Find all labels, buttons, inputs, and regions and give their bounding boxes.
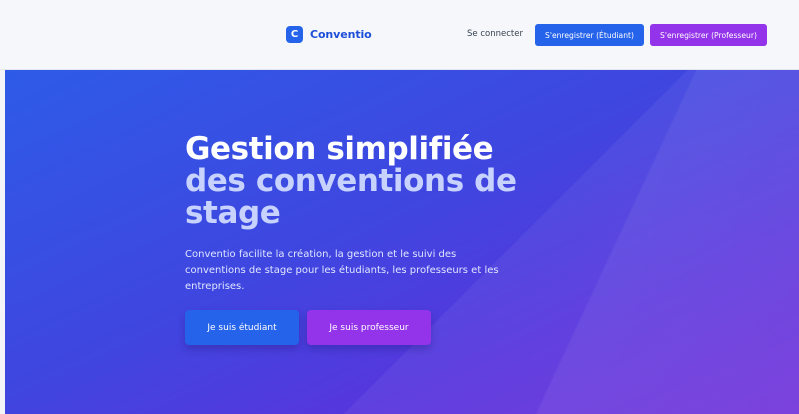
hero-title-line2: des conventions de stage	[185, 163, 517, 231]
professor-cta-button[interactable]: Je suis professeur	[307, 310, 431, 345]
brand-name: Conventio	[310, 27, 372, 41]
student-cta-button[interactable]: Je suis étudiant	[185, 310, 299, 345]
hero-title: Gestion simplifiée des conventions de st…	[185, 133, 525, 229]
hero-diagonal-decoration	[479, 70, 799, 414]
register-student-button[interactable]: S'enregistrer (Étudiant)	[535, 24, 644, 46]
logo-icon: C	[286, 25, 303, 43]
brand-logo-link[interactable]: C Conventio	[286, 25, 372, 43]
hero-section: Gestion simplifiée des conventions de st…	[5, 70, 799, 414]
hero-title-line1: Gestion simplifiée	[185, 131, 494, 167]
hero-description: Conventio facilite la création, la gesti…	[185, 249, 499, 292]
top-navbar: C Conventio Se connecter S'enregistrer (…	[0, 0, 799, 70]
register-professor-button[interactable]: S'enregistrer (Professeur)	[650, 24, 767, 46]
login-link[interactable]: Se connecter	[467, 29, 523, 39]
